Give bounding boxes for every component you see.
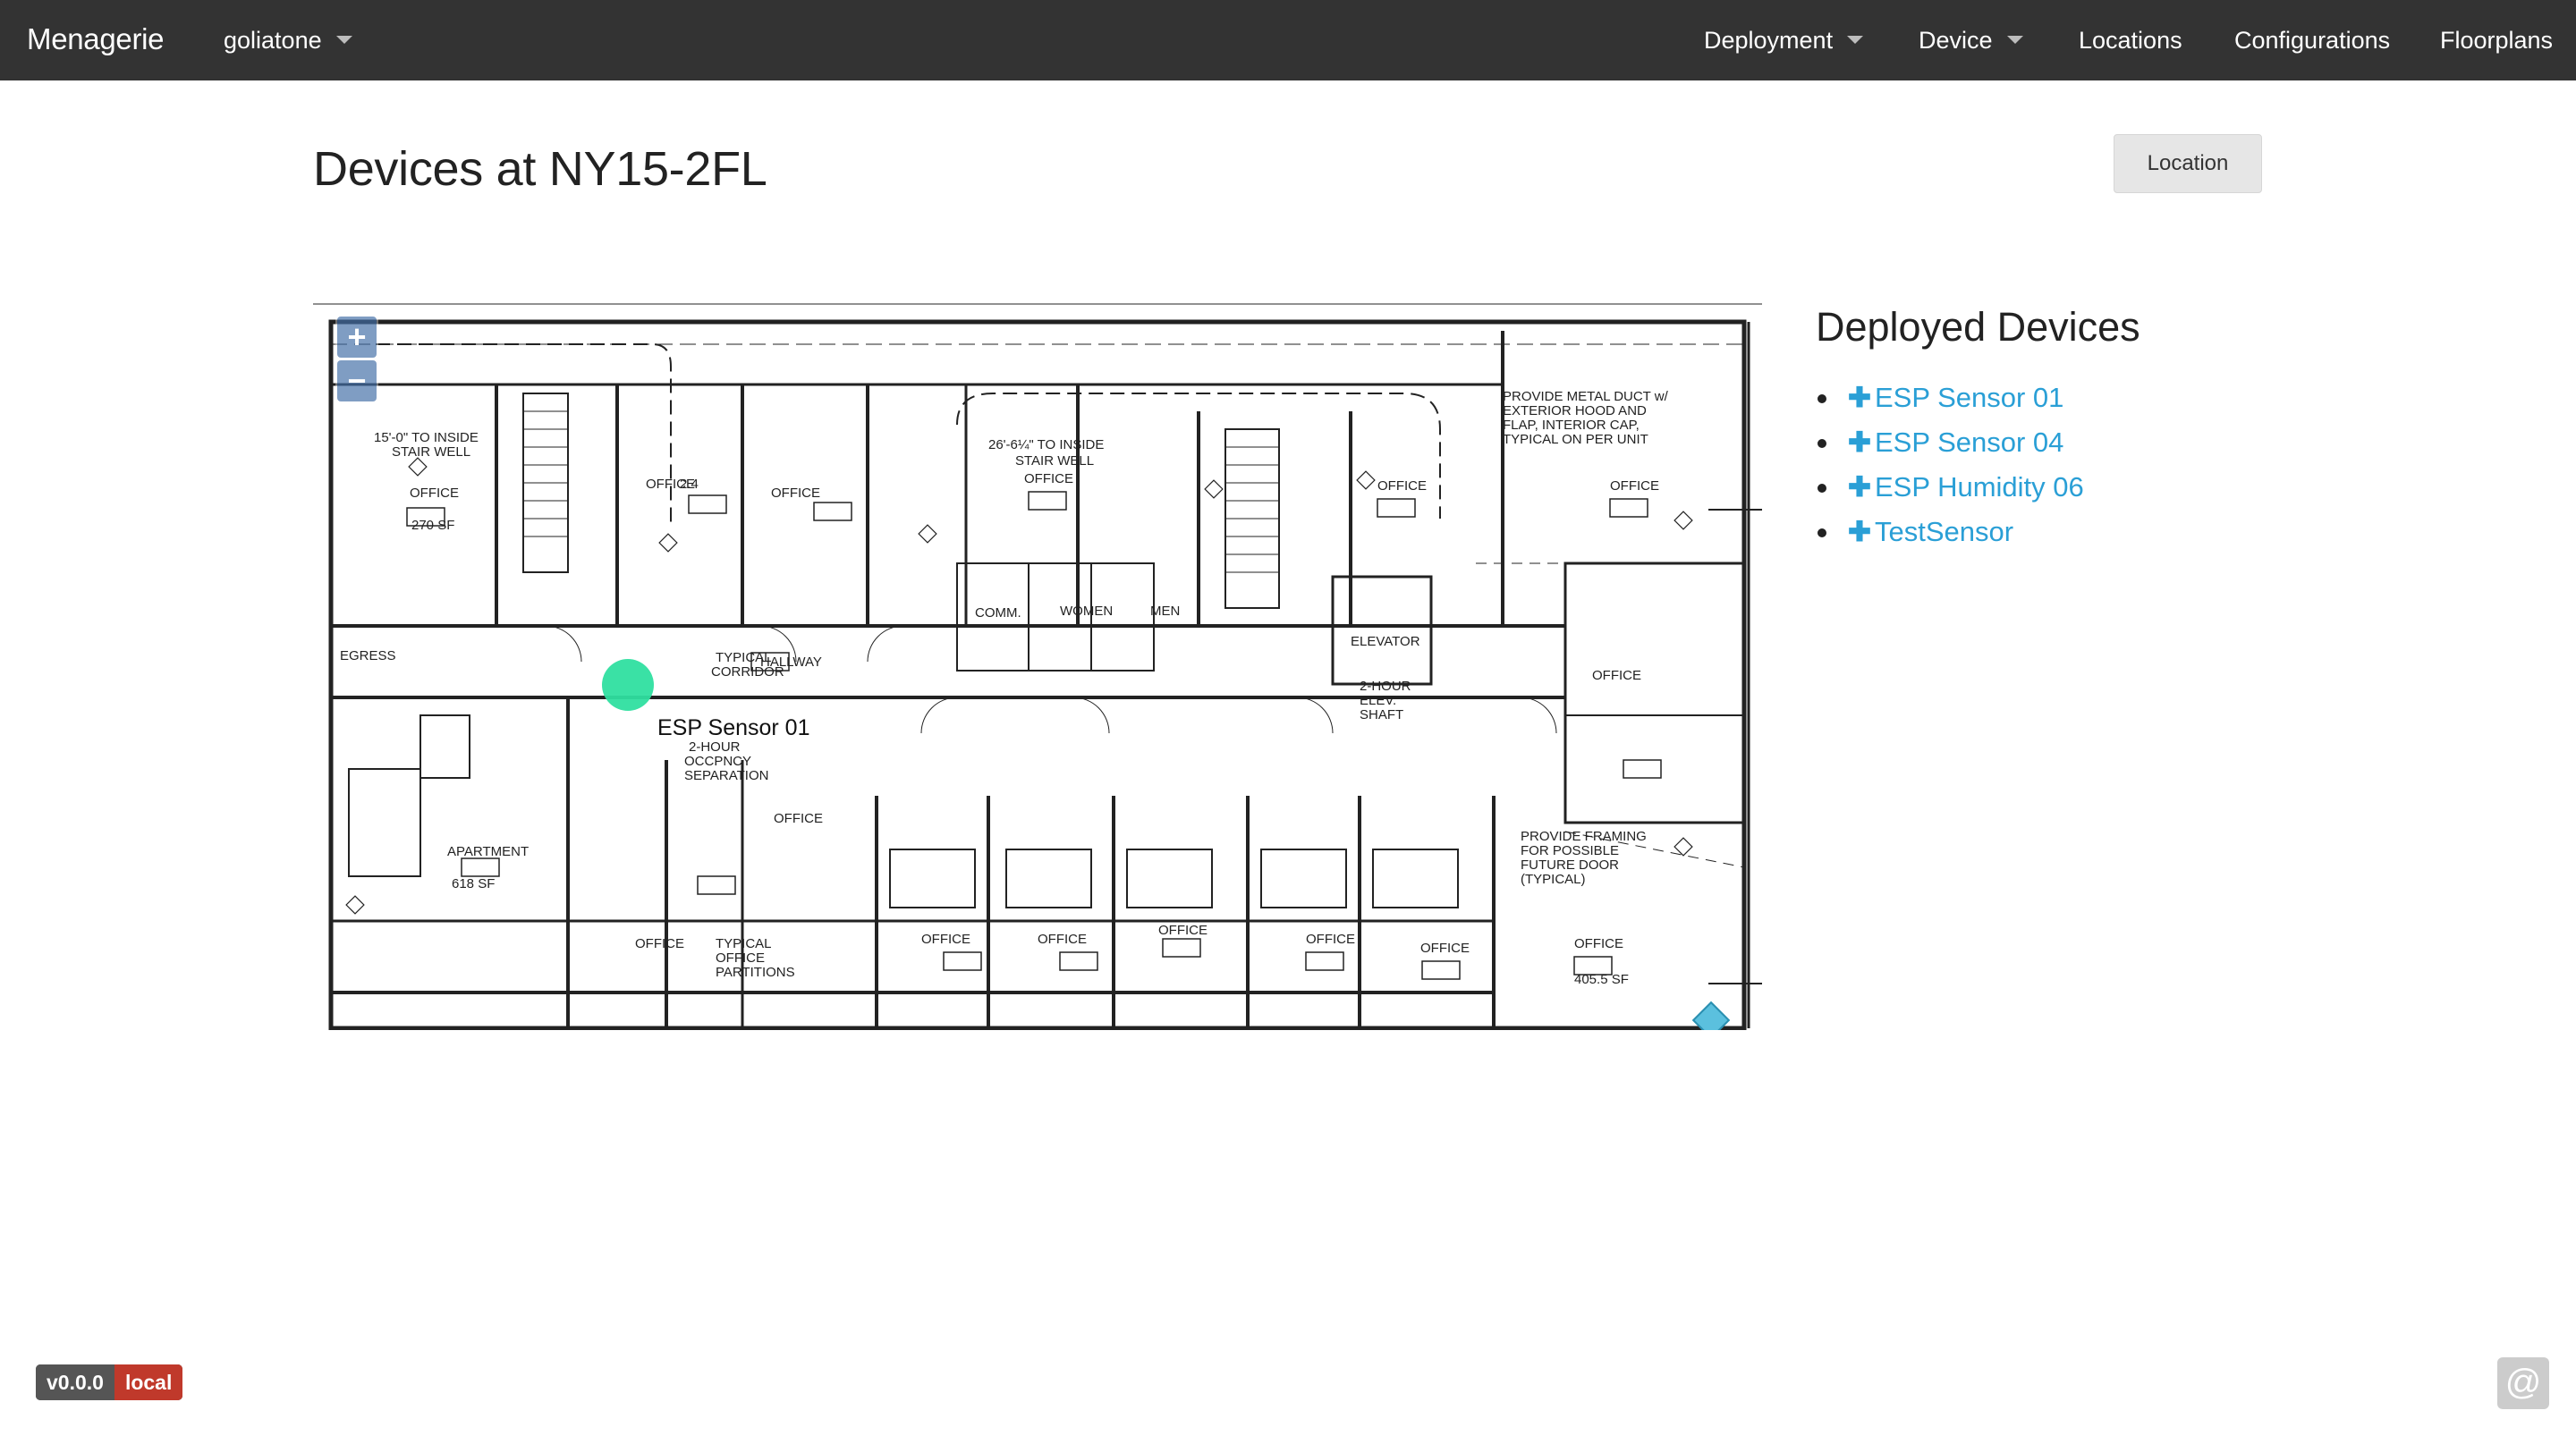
svg-text:26'-6¼" TO INSIDE: 26'-6¼" TO INSIDE <box>988 437 1104 452</box>
nav-configurations-link[interactable]: Configurations <box>2234 0 2390 80</box>
bullet-icon <box>1818 528 1826 537</box>
svg-text:OFFICE: OFFICE <box>1038 932 1087 947</box>
svg-text:TYPICAL: TYPICAL <box>716 936 772 951</box>
svg-text:405.5 SF: 405.5 SF <box>1574 972 1629 987</box>
chevron-down-icon <box>2006 36 2023 45</box>
plus-icon: ✚ <box>1848 382 1871 413</box>
svg-text:CORRIDOR: CORRIDOR <box>711 664 784 680</box>
org-selector-dropdown[interactable]: goliatone <box>224 0 352 80</box>
svg-text:OFFICE: OFFICE <box>410 486 459 501</box>
svg-text:FLAP, INTERIOR CAP,: FLAP, INTERIOR CAP, <box>1503 418 1640 433</box>
svg-text:2.4: 2.4 <box>680 477 699 492</box>
brand-logo[interactable]: Menagerie <box>27 0 165 80</box>
org-selector-label: goliatone <box>224 27 322 54</box>
floorplan-image: 15'-0" TO INSIDE STAIR WELL OFFICE 270 S… <box>313 303 1762 1030</box>
location-button[interactable]: Location <box>2114 134 2262 193</box>
svg-text:STAIR WELL: STAIR WELL <box>1015 453 1094 469</box>
svg-text:OCCPNCY: OCCPNCY <box>684 754 751 769</box>
svg-text:COMM.: COMM. <box>975 605 1021 621</box>
device-link[interactable]: TestSensor <box>1875 516 2013 547</box>
svg-text:PROVIDE METAL DUCT w/: PROVIDE METAL DUCT w/ <box>1503 389 1669 404</box>
svg-text:OFFICE: OFFICE <box>716 950 765 966</box>
svg-text:PROVIDE FRAMING: PROVIDE FRAMING <box>1521 829 1647 844</box>
nav-deployment-dropdown[interactable]: Deployment <box>1704 0 1864 80</box>
chevron-down-icon <box>335 36 352 45</box>
svg-text:TYPICAL: TYPICAL <box>716 650 772 665</box>
page-title: Devices at NY15-2FL <box>313 142 767 196</box>
svg-text:OFFICE: OFFICE <box>1610 478 1659 494</box>
chevron-down-icon <box>1847 36 1864 45</box>
device-marker[interactable] <box>602 659 654 711</box>
svg-text:OFFICE: OFFICE <box>1377 478 1427 494</box>
nav-device-dropdown[interactable]: Device <box>1919 0 2023 80</box>
svg-text:15'-0" TO INSIDE: 15'-0" TO INSIDE <box>374 430 479 445</box>
nav-deployment-label: Deployment <box>1704 27 1834 54</box>
svg-text:STAIR WELL: STAIR WELL <box>392 444 470 460</box>
deployed-devices-list: ✚ ESP Sensor 01 ✚ ESP Sensor 04 ✚ ESP Humid… <box>1816 376 2084 554</box>
svg-text:2-HOUR: 2-HOUR <box>689 739 741 755</box>
zoom-control: + − <box>335 315 378 404</box>
bullet-icon <box>1818 439 1826 448</box>
svg-text:OFFICE: OFFICE <box>1306 932 1355 947</box>
svg-text:OFFICE: OFFICE <box>1024 471 1073 486</box>
plus-icon: ✚ <box>1848 471 1871 503</box>
svg-text:OFFICE: OFFICE <box>921 932 970 947</box>
svg-text:EGRESS: EGRESS <box>340 648 396 663</box>
svg-text:ELEVATOR: ELEVATOR <box>1351 634 1420 649</box>
svg-text:618 SF: 618 SF <box>452 876 495 891</box>
plus-icon: ✚ <box>1848 427 1871 458</box>
floorplan-map[interactable]: 15'-0" TO INSIDE STAIR WELL OFFICE 270 S… <box>313 295 1762 1030</box>
top-navbar: Menagerie goliatone Deployment Device Lo… <box>0 0 2576 80</box>
device-list-item[interactable]: ✚ ESP Sensor 01 <box>1816 376 2084 420</box>
nav-device-label: Device <box>1919 27 1993 54</box>
at-icon[interactable]: @ <box>2497 1357 2549 1409</box>
svg-text:OFFICE: OFFICE <box>771 486 820 501</box>
bullet-icon <box>1818 394 1826 403</box>
svg-text:OFFICE: OFFICE <box>1592 668 1641 683</box>
deployed-devices-title: Deployed Devices <box>1816 304 2140 350</box>
zoom-out-button[interactable]: − <box>337 360 377 401</box>
svg-text:APARTMENT: APARTMENT <box>447 844 529 859</box>
svg-text:270 SF: 270 SF <box>411 518 454 533</box>
version-label: v0.0.0 <box>36 1364 114 1400</box>
device-list-item[interactable]: ✚ ESP Sensor 04 <box>1816 420 2084 465</box>
zoom-in-button[interactable]: + <box>337 317 377 358</box>
svg-text:SEPARATION: SEPARATION <box>684 768 768 783</box>
svg-text:ELEV.: ELEV. <box>1360 693 1396 708</box>
svg-text:2-HOUR: 2-HOUR <box>1360 679 1411 694</box>
nav-floorplans-link[interactable]: Floorplans <box>2440 0 2553 80</box>
svg-text:WOMEN: WOMEN <box>1060 604 1113 619</box>
svg-text:MEN: MEN <box>1150 604 1180 619</box>
svg-text:OFFICE: OFFICE <box>1420 941 1470 956</box>
svg-text:EXTERIOR HOOD AND: EXTERIOR HOOD AND <box>1503 403 1647 418</box>
plus-icon: ✚ <box>1848 516 1871 547</box>
version-badge: v0.0.0 local <box>36 1364 183 1400</box>
svg-text:(TYPICAL): (TYPICAL) <box>1521 872 1586 887</box>
svg-text:TYPICAL ON PER UNIT: TYPICAL ON PER UNIT <box>1503 432 1648 447</box>
device-link[interactable]: ESP Sensor 01 <box>1875 382 2063 413</box>
device-link[interactable]: ESP Humidity 06 <box>1875 471 2084 503</box>
device-list-item[interactable]: ✚ TestSensor <box>1816 510 2084 554</box>
svg-text:SHAFT: SHAFT <box>1360 707 1403 722</box>
svg-text:OFFICE: OFFICE <box>635 936 684 951</box>
svg-text:OFFICE: OFFICE <box>1158 923 1208 938</box>
svg-text:OFFICE: OFFICE <box>774 811 823 826</box>
device-list-item[interactable]: ✚ ESP Humidity 06 <box>1816 465 2084 510</box>
bullet-icon <box>1818 484 1826 493</box>
device-link[interactable]: ESP Sensor 04 <box>1875 427 2063 458</box>
nav-locations-link[interactable]: Locations <box>2079 0 2182 80</box>
svg-text:FUTURE DOOR: FUTURE DOOR <box>1521 857 1619 873</box>
svg-text:FOR POSSIBLE: FOR POSSIBLE <box>1521 843 1619 858</box>
svg-text:PARTITIONS: PARTITIONS <box>716 965 795 980</box>
svg-text:OFFICE: OFFICE <box>1574 936 1623 951</box>
environment-label: local <box>114 1364 183 1400</box>
device-marker-label: ESP Sensor 01 <box>657 715 810 740</box>
